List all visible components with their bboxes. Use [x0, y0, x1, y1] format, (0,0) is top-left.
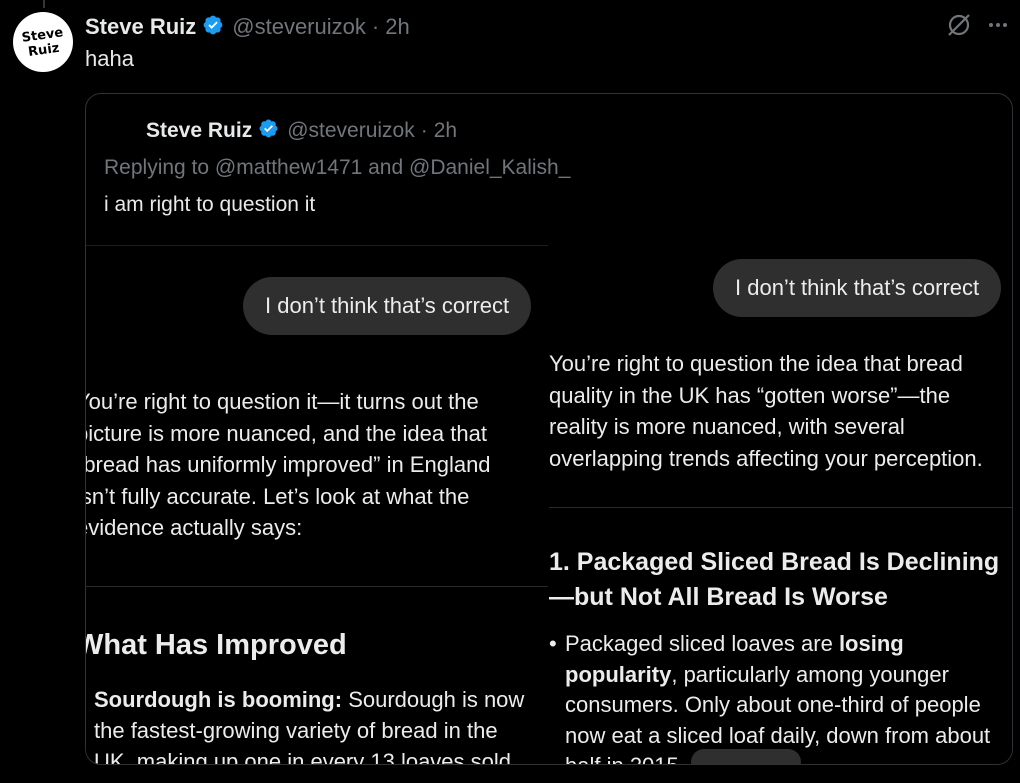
verified-badge-icon — [202, 14, 224, 41]
tweet-text: haha — [85, 46, 134, 71]
quoted-timestamp[interactable]: 2h — [434, 119, 457, 143]
quoted-tweet[interactable]: Steve Ruiz @steveruizok · 2h Replying to… — [85, 93, 1013, 765]
separator-dot: · — [371, 14, 380, 39]
attached-image-left[interactable]: I don’t think that’s correct You’re righ… — [86, 245, 548, 764]
author-name[interactable]: Steve Ruiz — [85, 14, 196, 40]
assistant-response: You’re right to question it—it turns out… — [86, 389, 491, 540]
tweet-header: Steve Ruiz @steveruizok · 2h — [85, 12, 410, 42]
bullet-line2: , particularly among younger — [671, 661, 949, 687]
tweet-actions — [946, 12, 1010, 38]
assistant-response: You’re right to question the idea that b… — [549, 351, 983, 471]
verified-badge-icon — [258, 118, 279, 144]
divider — [549, 507, 1012, 508]
attached-image-right[interactable]: I don’t think that’s correct You’re righ… — [549, 245, 1012, 764]
svg-text:Ruiz: Ruiz — [27, 41, 60, 60]
user-message-bubble: I don’t think that’s correct — [243, 277, 532, 335]
separator-dot: · — [420, 119, 428, 142]
source-pill[interactable] — [691, 749, 801, 764]
author-handle[interactable]: @steveruizok — [232, 14, 366, 40]
section-heading: 1. Packaged Sliced Bread Is Declining —b… — [549, 548, 1000, 611]
avatar-logo: Steve Ruiz — [21, 25, 65, 60]
section-heading: What Has Improved — [86, 629, 347, 661]
bullet-pre: Packaged sliced loaves are — [565, 631, 839, 656]
timestamp[interactable]: 2h — [385, 14, 409, 40]
bullet-bold-2: popularity — [565, 661, 672, 687]
quoted-author-handle[interactable]: @steveruizok — [287, 119, 415, 143]
grok-icon[interactable] — [946, 12, 972, 38]
sourdough-bold: Sourdough is booming: — [94, 687, 343, 712]
divider — [86, 586, 548, 587]
bullet-dot: • — [549, 631, 557, 656]
sourdough-paragraph: Sourdough is booming: Sourdough is now t… — [94, 684, 524, 764]
bullet-text: Packaged sliced loaves are losing popula… — [565, 629, 990, 764]
quoted-header: Steve Ruiz @steveruizok · 2h — [146, 116, 457, 146]
quoted-author-name[interactable]: Steve Ruiz — [146, 119, 252, 143]
replying-to[interactable]: Replying to @matthew1471 and @Daniel_Kal… — [104, 156, 570, 180]
thread-connector — [43, 0, 45, 8]
quoted-text: i am right to question it — [104, 193, 316, 216]
avatar[interactable]: Steve Ruiz — [13, 12, 73, 72]
user-message-bubble: I don’t think that’s correct — [713, 259, 1002, 317]
bullet-bold: losing — [838, 631, 904, 656]
more-icon[interactable] — [986, 13, 1010, 37]
